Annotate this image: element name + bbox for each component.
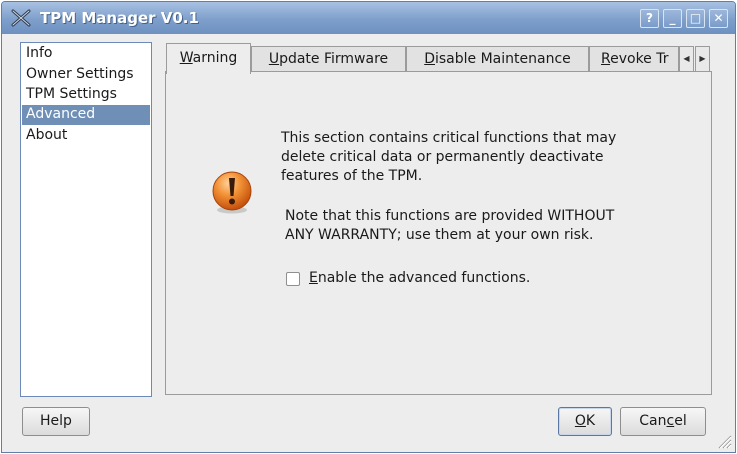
warning-text-line-3: features of the TPM. xyxy=(281,168,423,184)
tab-warning-mnemonic: W xyxy=(179,50,193,66)
sidebar-item-tpm-settings[interactable]: TPM Settings xyxy=(22,85,150,105)
tpm-manager-window: TPM Manager V0.1 ? _ □ ✕ Info Owner Sett… xyxy=(1,1,736,453)
tab-revoke-trust-label: evoke Tr xyxy=(610,51,669,67)
help-button[interactable]: Help xyxy=(22,407,90,436)
cancel-button[interactable]: Cancel xyxy=(620,407,706,436)
enable-advanced-mnemonic: E xyxy=(309,270,318,286)
title-bar[interactable]: TPM Manager V0.1 ? _ □ ✕ xyxy=(2,2,735,34)
tab-update-firmware-label: pdate Firmware xyxy=(279,51,389,67)
tab-disable-maintenance-mnemonic: D xyxy=(424,51,435,67)
sidebar-item-about[interactable]: About xyxy=(22,126,150,146)
window-title: TPM Manager V0.1 xyxy=(40,9,199,27)
cancel-label-end: el xyxy=(674,413,687,429)
maximize-button[interactable]: □ xyxy=(686,9,705,28)
ok-button[interactable]: OK xyxy=(558,407,612,436)
sidebar-item-advanced[interactable]: Advanced xyxy=(22,105,150,125)
cancel-label-start: Can xyxy=(639,413,667,429)
section-list[interactable]: Info Owner Settings TPM Settings Advance… xyxy=(20,42,152,397)
tab-update-firmware[interactable]: Update Firmware xyxy=(251,46,406,73)
enable-advanced-text: nable the advanced functions. xyxy=(317,270,531,286)
enable-advanced-label[interactable]: Enable the advanced functions. xyxy=(309,269,530,288)
tab-warning[interactable]: Warning xyxy=(166,43,251,74)
tab-warning-label: arning xyxy=(192,50,238,66)
sidebar-item-info[interactable]: Info xyxy=(22,44,150,64)
tab-scroll-right-button[interactable]: ▶ xyxy=(695,46,710,72)
tab-revoke-trust[interactable]: Revoke Tr xyxy=(589,46,679,73)
warning-text-line-2: delete critical data or permanently deac… xyxy=(281,149,604,165)
tab-revoke-trust-mnemonic: R xyxy=(601,51,611,67)
tab-disable-maintenance[interactable]: Disable Maintenance xyxy=(406,46,589,73)
tab-disable-maintenance-label: isable Maintenance xyxy=(435,51,571,67)
ok-label: K xyxy=(585,413,596,429)
tab-update-firmware-mnemonic: U xyxy=(268,51,280,67)
warranty-text-line-1: Note that this functions are provided WI… xyxy=(285,208,615,224)
ok-mnemonic: O xyxy=(574,413,586,429)
warning-text-line-1: This section contains critical functions… xyxy=(281,130,617,146)
app-icon xyxy=(11,9,31,27)
sidebar-item-owner-settings[interactable]: Owner Settings xyxy=(22,65,150,85)
close-button[interactable]: ✕ xyxy=(709,9,728,28)
resize-grip-icon[interactable] xyxy=(716,433,732,449)
exclamation-icon xyxy=(212,171,252,214)
enable-advanced-checkbox[interactable] xyxy=(286,272,300,286)
warranty-text-line-2: ANY WARRANTY; use them at your own risk. xyxy=(285,227,594,243)
tab-scroll-left-button[interactable]: ◀ xyxy=(679,46,694,72)
minimize-button[interactable]: _ xyxy=(663,9,682,28)
help-title-button[interactable]: ? xyxy=(640,9,659,28)
